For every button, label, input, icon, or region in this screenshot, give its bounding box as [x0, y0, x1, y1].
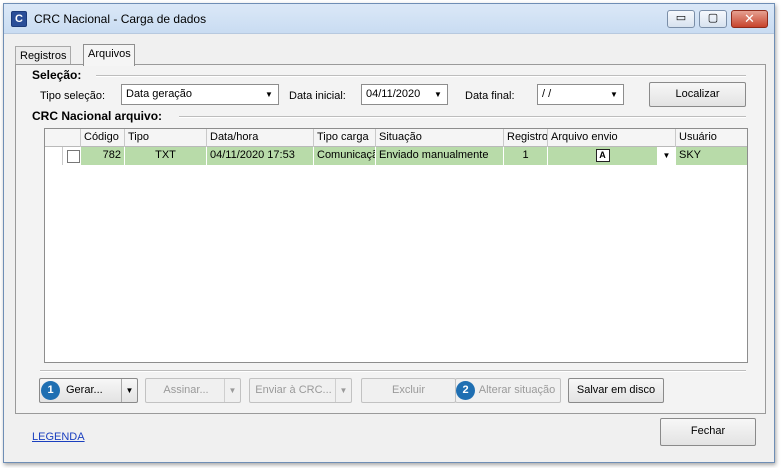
grid-section-title: CRC Nacional arquivo:: [32, 109, 163, 123]
actions-divider: [40, 370, 746, 372]
table-row[interactable]: 782 TXT 04/11/2020 17:53 Comunicação Env…: [45, 147, 747, 165]
data-inicial-value: 04/11/2020: [366, 88, 421, 100]
data-final-value: / /: [542, 88, 552, 100]
selection-divider: [96, 75, 746, 77]
tipo-selecao-select[interactable]: Data geração ▼: [121, 84, 279, 105]
row-select-checkbox[interactable]: [67, 150, 80, 163]
selection-section-title: Seleção:: [32, 68, 82, 82]
chevron-down-icon[interactable]: ▼: [658, 147, 676, 165]
enviar-crc-button[interactable]: Enviar à CRC... ▼: [249, 378, 352, 403]
minimize-button[interactable]: ▭: [667, 10, 695, 28]
header-arquivo-envio[interactable]: Arquivo envio: [548, 129, 676, 147]
maximize-button[interactable]: ▢: [699, 10, 727, 28]
tab-registros[interactable]: Registros: [15, 46, 72, 64]
arquivos-grid[interactable]: Código Tipo Data/hora Tipo carga Situaçã…: [44, 128, 748, 363]
header-registros[interactable]: Registro: [504, 129, 548, 147]
header-tipo[interactable]: Tipo: [125, 129, 207, 147]
cell-usuario: SKY: [679, 149, 702, 161]
cell-arquivo-envio[interactable]: A: [548, 147, 658, 165]
chevron-down-icon[interactable]: ▼: [224, 379, 240, 402]
tipo-selecao-value: Data geração: [126, 88, 193, 100]
chevron-down-icon[interactable]: ▼: [262, 87, 276, 102]
header-data-hora[interactable]: Data/hora: [207, 129, 314, 147]
calendar-dropdown-icon[interactable]: ▼: [431, 87, 445, 102]
data-final-field[interactable]: / / ▼: [537, 84, 624, 105]
close-button[interactable]: ✕: [731, 10, 768, 28]
step-1-badge: 1: [41, 381, 60, 400]
enviar-crc-label: Enviar à CRC...: [255, 384, 332, 396]
assinar-button[interactable]: Assinar... ▼: [145, 378, 241, 403]
data-inicial-label: Data inicial:: [289, 90, 346, 102]
fechar-button[interactable]: Fechar: [660, 418, 756, 446]
header-usuario[interactable]: Usuário: [676, 129, 747, 147]
window-title: CRC Nacional - Carga de dados: [34, 12, 207, 26]
tab-arquivos[interactable]: Arquivos: [83, 44, 135, 66]
data-final-label: Data final:: [465, 90, 515, 102]
data-inicial-field[interactable]: 04/11/2020 ▼: [361, 84, 448, 105]
tipo-selecao-label: Tipo seleção:: [40, 90, 106, 102]
main-window: C CRC Nacional - Carga de dados ▭ ▢ ✕ Re…: [3, 3, 775, 463]
legenda-link[interactable]: LEGENDA: [32, 431, 85, 443]
row-indicator[interactable]: [45, 147, 63, 165]
header-situacao[interactable]: Situação: [376, 129, 504, 147]
excluir-button[interactable]: Excluir: [361, 378, 456, 403]
header-indicator: [45, 129, 81, 147]
cell-registros: 1: [504, 147, 548, 165]
chevron-down-icon[interactable]: ▼: [121, 379, 137, 402]
salvar-em-disco-button[interactable]: Salvar em disco: [568, 378, 664, 403]
text-file-icon[interactable]: A: [595, 149, 610, 162]
assinar-label: Assinar...: [163, 384, 209, 396]
cell-data-hora: 04/11/2020 17:53: [207, 147, 314, 165]
app-logo-icon: C: [11, 11, 27, 27]
grid-header: Código Tipo Data/hora Tipo carga Situaçã…: [45, 129, 747, 147]
header-codigo[interactable]: Código: [81, 129, 125, 147]
calendar-dropdown-icon[interactable]: ▼: [607, 87, 621, 102]
cell-tipo-carga: Comunicação: [314, 147, 376, 165]
grid-divider: [179, 116, 746, 118]
chevron-down-icon[interactable]: ▼: [335, 379, 351, 402]
localizar-button[interactable]: Localizar: [649, 82, 746, 107]
gerar-label: Gerar...: [66, 384, 103, 396]
cell-tipo: TXT: [125, 147, 207, 165]
cell-situacao: Enviado manualmente: [376, 147, 504, 165]
step-2-badge: 2: [456, 381, 475, 400]
title-bar[interactable]: C CRC Nacional - Carga de dados ▭ ▢ ✕: [4, 4, 774, 34]
header-tipo-carga[interactable]: Tipo carga: [314, 129, 376, 147]
cell-codigo: 782: [81, 147, 125, 165]
